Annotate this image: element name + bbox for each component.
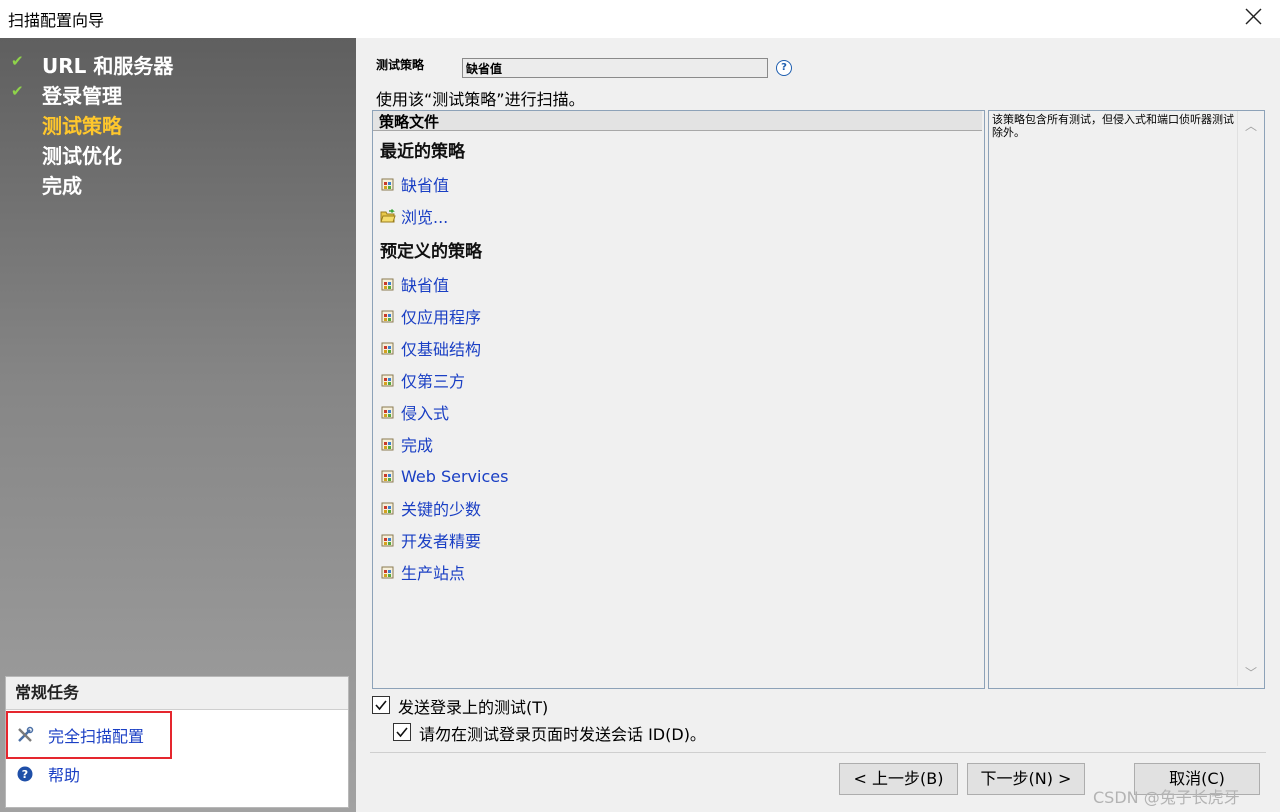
divider [370, 752, 1266, 753]
task-full-scan-config[interactable]: 完全扫描配置 [16, 723, 144, 747]
list-item-label: 仅第三方 [401, 372, 466, 391]
list-item[interactable]: 缺省值 [380, 274, 450, 295]
watermark: CSDN @兔子长虎牙 [1093, 788, 1240, 807]
step-url-server: URL 和服务器 [42, 54, 174, 78]
scroll-down-icon[interactable]: ﹀ [1245, 664, 1257, 681]
list-item-label: 浏览... [401, 208, 449, 227]
checkmark-icon: ✔ [11, 82, 24, 100]
task-label: 帮助 [48, 766, 81, 785]
checkmark-icon: ✔ [11, 52, 24, 70]
policy-icon [381, 470, 394, 483]
task-label: 完全扫描配置 [48, 727, 145, 746]
checkmark-icon [396, 727, 408, 738]
policy-icon [381, 502, 394, 515]
recent-policies-title: 最近的策略 [380, 142, 465, 162]
list-item-label: Web Services [401, 466, 509, 486]
common-tasks-header: 常规任务 [6, 677, 348, 710]
send-login-tests-checkbox[interactable] [372, 696, 390, 714]
close-button[interactable] [1238, 4, 1268, 30]
common-tasks-panel: 常规任务 完全扫描配置 ? 帮助 [5, 676, 349, 808]
help-icon[interactable]: ? [776, 60, 792, 76]
step-test-policy: 测试策略 [42, 114, 122, 138]
close-icon [1245, 8, 1262, 25]
list-item-label: 开发者精要 [401, 532, 482, 551]
step-test-optimization: 测试优化 [42, 144, 122, 168]
list-item[interactable]: 仅基础结构 [380, 338, 482, 359]
policy-icon [381, 566, 394, 579]
policy-icon [381, 438, 394, 451]
list-item-label: 侵入式 [401, 404, 450, 423]
no-session-id-checkbox[interactable] [393, 723, 411, 741]
predefined-policies-title: 预定义的策略 [380, 242, 482, 262]
list-item-label: 仅应用程序 [401, 308, 482, 327]
policy-icon [381, 178, 394, 191]
back-button[interactable]: < 上一步(B) [839, 763, 958, 795]
next-button[interactable]: 下一步(N) > [967, 763, 1085, 795]
list-item-label: 关键的少数 [401, 500, 482, 519]
list-item[interactable]: 开发者精要 [380, 530, 482, 551]
policy-icon [381, 534, 394, 547]
list-item-label: 完成 [401, 436, 434, 455]
vertical-scrollbar[interactable]: ︿ ﹀ [1237, 111, 1264, 686]
checkmark-icon [375, 700, 387, 711]
list-item-label: 生产站点 [401, 564, 466, 583]
list-item-label: 缺省值 [401, 176, 450, 195]
policy-list: 策略文件 最近的策略 缺省值 浏览... 预定义的策略 缺省值 仅应用程序 仅基… [372, 110, 985, 689]
policy-icon [381, 374, 394, 387]
send-login-tests-label: 发送登录上的测试(T) [398, 698, 549, 717]
list-item[interactable]: Web Services [380, 466, 508, 486]
list-item[interactable]: 生产站点 [380, 562, 466, 583]
list-item[interactable]: 浏览... [380, 206, 449, 227]
policy-label: 测试策略 [376, 58, 425, 72]
folder-open-icon [380, 208, 396, 223]
step-login-management: 登录管理 [42, 84, 122, 108]
main-panel: 测试策略 缺省值 ? 使用该“测试策略”进行扫描。 策略文件 最近的策略 缺省值… [356, 38, 1280, 812]
tools-icon [18, 726, 34, 742]
no-session-id-label: 请勿在测试登录页面时发送会话 ID(D)。 [419, 725, 706, 744]
list-item-label: 仅基础结构 [401, 340, 482, 359]
list-item[interactable]: 完成 [380, 434, 434, 455]
task-help[interactable]: ? 帮助 [16, 762, 80, 786]
policy-hint: 使用该“测试策略”进行扫描。 [376, 90, 585, 109]
help-icon: ? [17, 766, 33, 782]
step-complete: 完成 [42, 174, 82, 198]
policy-description-panel: 该策略包含所有测试，但侵入式和端口侦听器测试除外。 ︿ ﹀ [988, 110, 1265, 689]
policy-icon [381, 342, 394, 355]
list-item[interactable]: 仅应用程序 [380, 306, 482, 327]
list-item-label: 缺省值 [401, 276, 450, 295]
policy-field[interactable]: 缺省值 [462, 58, 768, 78]
policy-description: 该策略包含所有测试，但侵入式和端口侦听器测试除外。 [992, 113, 1234, 139]
list-item[interactable]: 关键的少数 [380, 498, 482, 519]
wizard-steps-panel: ✔ ✔ URL 和服务器 登录管理 测试策略 测试优化 完成 常规任务 完全扫描… [0, 38, 356, 812]
scroll-up-icon[interactable]: ︿ [1245, 117, 1257, 134]
policy-icon [381, 310, 394, 323]
policy-icon [381, 406, 394, 419]
title-bar: 扫描配置向导 [0, 0, 1280, 38]
list-item[interactable]: 缺省值 [380, 174, 450, 195]
policy-list-header: 策略文件 [373, 111, 982, 131]
window-title: 扫描配置向导 [8, 11, 105, 30]
list-item[interactable]: 仅第三方 [380, 370, 466, 391]
svg-text:?: ? [22, 768, 28, 781]
policy-icon [381, 278, 394, 291]
list-item[interactable]: 侵入式 [380, 402, 450, 423]
